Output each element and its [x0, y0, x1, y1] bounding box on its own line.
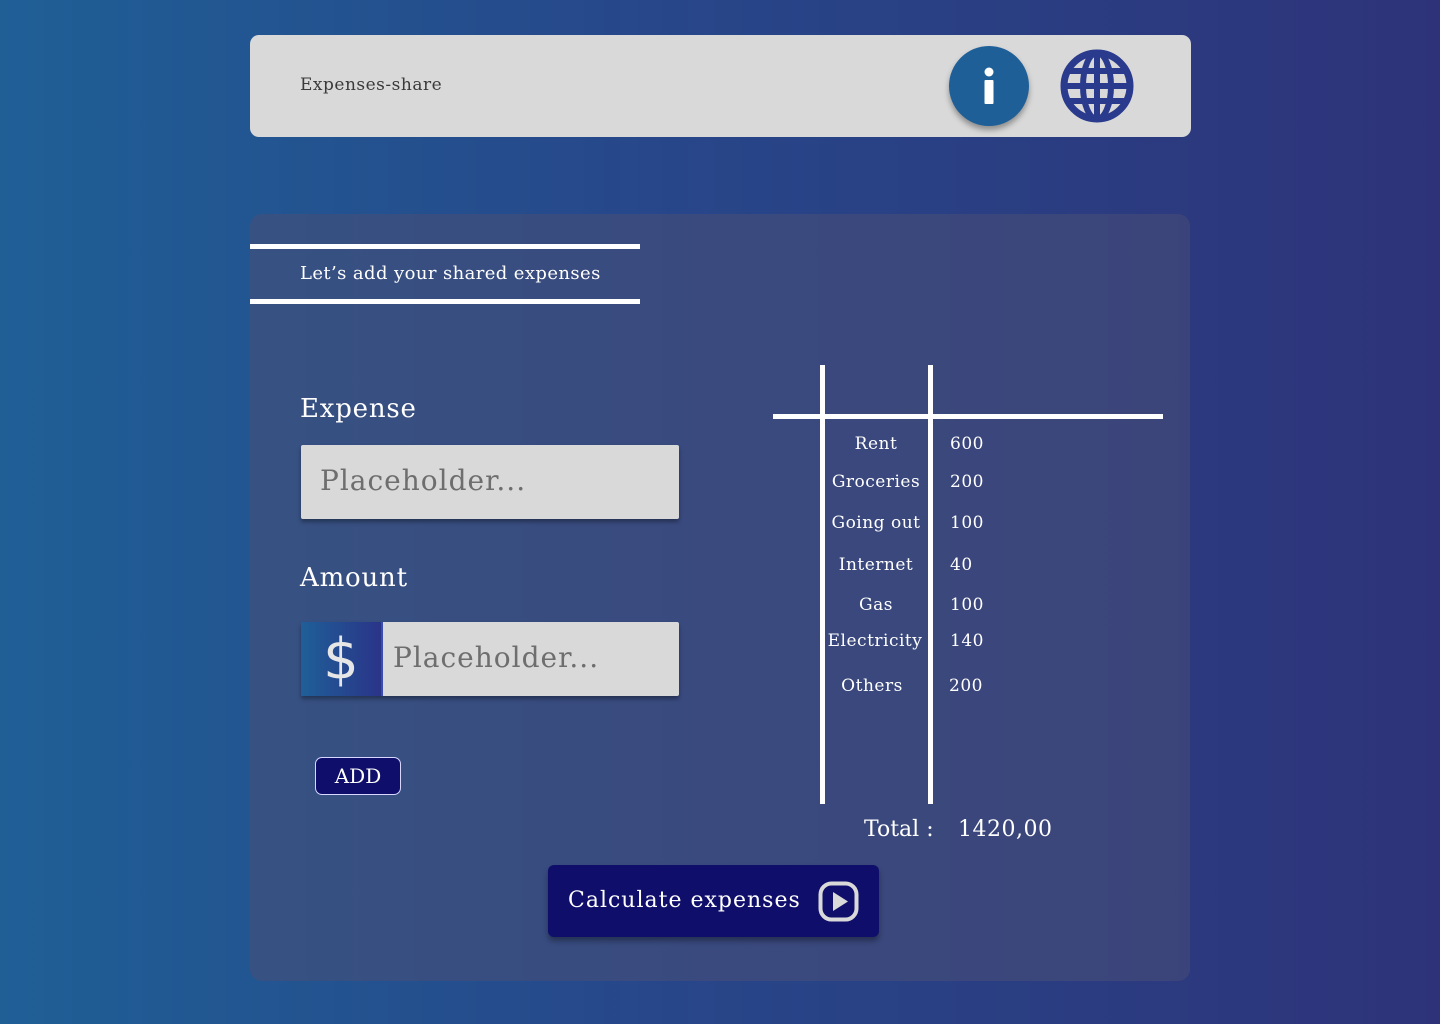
dollar-icon: $	[301, 622, 383, 696]
info-button[interactable]	[949, 46, 1029, 126]
expense-name: Groceries	[831, 472, 921, 492]
expense-amount: 200	[949, 676, 983, 696]
amount-input[interactable]: $ Placeholder...	[301, 622, 679, 696]
expense-amount: 100	[950, 595, 984, 615]
section-title: Let’s add your shared expenses	[300, 263, 601, 284]
globe-icon	[1060, 49, 1134, 123]
calculate-button[interactable]: Calculate expenses	[548, 865, 879, 937]
expense-amount: 200	[950, 472, 984, 492]
expense-amount: 140	[950, 631, 984, 651]
expense-placeholder: Placeholder...	[320, 464, 527, 497]
total-label: Total :	[864, 817, 934, 842]
expense-label: Expense	[300, 394, 417, 424]
expense-name: Internet	[838, 555, 914, 575]
top-bar: Expenses-share	[250, 35, 1191, 137]
expense-amount: 100	[950, 513, 984, 533]
expense-name: Rent	[854, 434, 898, 454]
amount-placeholder: Placeholder...	[393, 641, 600, 674]
table-mid-line	[928, 365, 933, 804]
expense-name: Others	[841, 676, 903, 696]
expense-amount: 600	[950, 434, 984, 454]
add-button[interactable]: ADD	[315, 757, 401, 795]
table-header-line	[773, 414, 1163, 419]
section-divider-bottom	[250, 299, 640, 304]
section-divider-top	[250, 244, 640, 249]
expense-name: Electricity	[827, 631, 923, 651]
calculate-label: Calculate expenses	[568, 888, 801, 913]
expense-name: Gas	[859, 595, 893, 615]
total-value: 1420,00	[958, 817, 1053, 842]
language-button[interactable]	[1060, 49, 1134, 123]
expenses-panel: Let’s add your shared expenses Expense P…	[250, 214, 1190, 981]
play-icon	[818, 881, 859, 922]
expense-input[interactable]: Placeholder...	[301, 445, 679, 519]
expense-amount: 40	[950, 555, 973, 575]
expense-name: Going out	[831, 513, 921, 533]
info-icon	[984, 67, 994, 104]
table-left-line	[820, 365, 825, 804]
app-title: Expenses-share	[300, 75, 443, 95]
amount-label: Amount	[300, 563, 408, 593]
